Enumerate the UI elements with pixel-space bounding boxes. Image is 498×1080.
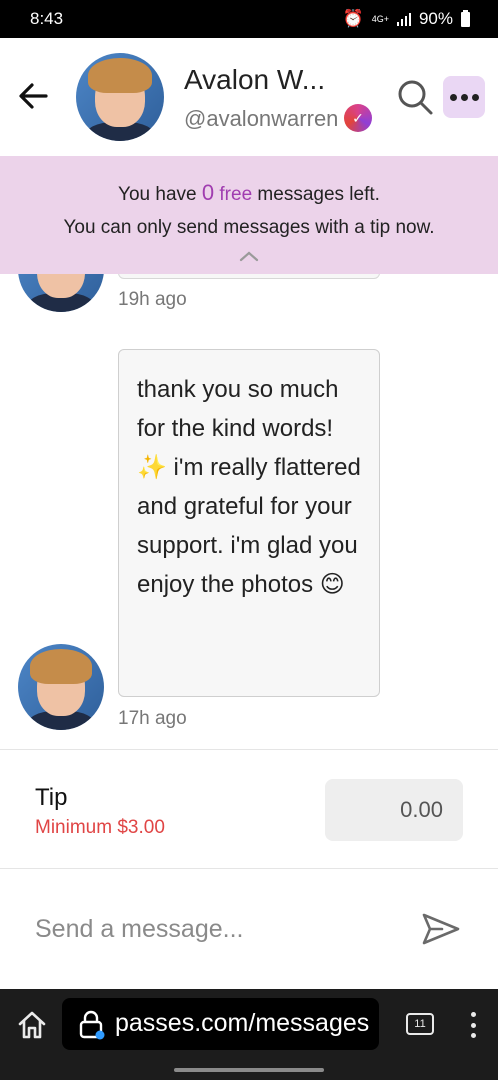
signal-icon bbox=[396, 12, 411, 26]
home-icon[interactable] bbox=[16, 1009, 48, 1041]
chat-header: Avalon W... ✓ @avalonwarren bbox=[0, 38, 498, 156]
battery-percent: 90% bbox=[418, 9, 453, 28]
message-timestamp: 19h ago bbox=[118, 289, 187, 310]
alarm-icon: ⏰ bbox=[342, 9, 364, 28]
status-bar: 8:43 ⏰ 4G+ 90% bbox=[0, 0, 498, 38]
status-icons: ⏰ 4G+ 90% bbox=[343, 9, 470, 29]
avatar bbox=[18, 644, 104, 730]
message-input[interactable] bbox=[18, 899, 398, 959]
browser-toolbar: passes.com/messages 11 bbox=[0, 989, 498, 1080]
compose-bar bbox=[0, 869, 498, 989]
battery-icon bbox=[461, 9, 470, 27]
tip-amount-input[interactable] bbox=[325, 779, 463, 841]
more-button[interactable] bbox=[443, 76, 485, 118]
back-arrow-icon[interactable] bbox=[16, 78, 52, 114]
lock-icon bbox=[79, 1010, 105, 1040]
banner-line-1: You have 0 free messages left. bbox=[118, 180, 380, 205]
page: 8:43 ⏰ 4G+ 90% Avalon W... ✓ @avalonwarr… bbox=[0, 0, 498, 1080]
tip-label: Tip bbox=[35, 784, 68, 811]
message-bubble: thank you so much for the kind words! ✨ … bbox=[118, 349, 380, 697]
contact-handle[interactable]: @avalonwarren bbox=[184, 106, 338, 132]
tip-section: Tip Minimum $3.00 bbox=[0, 749, 498, 869]
message-list: 19h ago thank you so much for the kind w… bbox=[0, 274, 498, 749]
tabs-icon[interactable]: 11 bbox=[406, 1013, 434, 1035]
search-icon[interactable] bbox=[396, 78, 434, 116]
banner-line-2: You can only send messages with a tip no… bbox=[63, 217, 435, 238]
free-messages-banner: You have 0 free messages left. You can o… bbox=[0, 156, 498, 274]
more-icon bbox=[449, 93, 457, 101]
avatar bbox=[18, 274, 104, 312]
chevron-up-icon[interactable] bbox=[239, 250, 259, 262]
avatar[interactable] bbox=[76, 53, 164, 141]
address-bar[interactable]: passes.com/messages bbox=[62, 998, 379, 1050]
contact-name[interactable]: Avalon W... bbox=[184, 64, 325, 96]
verified-badge-icon: ✓ bbox=[344, 104, 372, 132]
url-text: passes.com/messages bbox=[115, 1009, 370, 1037]
gesture-nav-bar[interactable] bbox=[174, 1068, 324, 1072]
kebab-menu-icon[interactable] bbox=[470, 1012, 476, 1038]
send-icon[interactable] bbox=[420, 911, 462, 947]
previous-message-bubble bbox=[118, 274, 380, 279]
network-type: 4G+ bbox=[371, 13, 389, 24]
tip-minimum: Minimum $3.00 bbox=[35, 817, 165, 838]
status-time: 8:43 bbox=[30, 9, 64, 28]
message-timestamp: 17h ago bbox=[118, 708, 187, 729]
free-count: 0 bbox=[201, 180, 215, 205]
